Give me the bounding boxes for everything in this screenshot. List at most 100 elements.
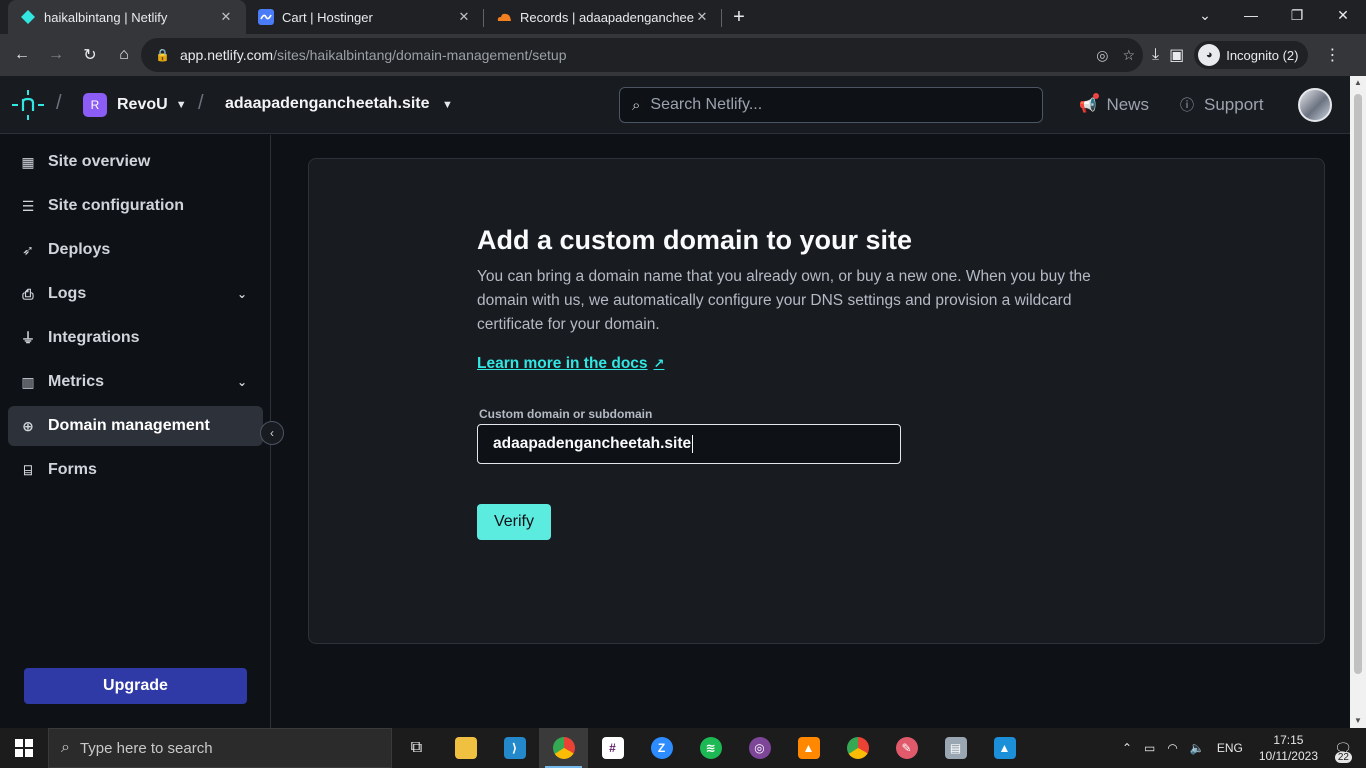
sidebar-item-metrics[interactable]: ▥ Metrics ⌄ xyxy=(8,362,263,402)
minimize-icon[interactable]: — xyxy=(1228,0,1274,30)
incognito-badge[interactable]: ◕ Incognito (2) xyxy=(1194,41,1309,69)
vscode-icon[interactable]: ⟩ xyxy=(490,728,539,768)
team-switcher[interactable]: R RevoU ▼ xyxy=(83,93,187,117)
user-avatar[interactable] xyxy=(1298,88,1332,122)
browser-tab-cloudflare[interactable]: Records | adaapadengancheetah.site ✕ xyxy=(484,0,722,34)
bookmark-star-icon[interactable]: ☆ xyxy=(1122,47,1135,64)
taskbar-clock[interactable]: 17:15 10/11/2023 xyxy=(1259,732,1318,764)
sidebar-item-label: Logs xyxy=(48,285,87,302)
sidebar-item-label: Site overview xyxy=(48,153,151,170)
chrome-alt-icon[interactable] xyxy=(833,728,882,768)
battery-icon[interactable]: ▭ xyxy=(1144,741,1155,755)
windows-taskbar: ⌕ Type here to search ⧉ ⟩ # Z ≋ ◎ ▲ ✎ ▤ … xyxy=(0,728,1366,768)
lock-icon[interactable]: 🔒 xyxy=(155,48,170,62)
taskbar-apps: ⧉ ⟩ # Z ≋ ◎ ▲ ✎ ▤ ▲ xyxy=(392,728,1029,768)
news-link[interactable]: 📢 News xyxy=(1079,92,1149,115)
scroll-up-arrow-icon[interactable]: ▲ xyxy=(1350,76,1366,90)
collapse-sidebar-chevron-left-icon[interactable]: ‹ xyxy=(260,421,284,445)
custom-domain-label: Custom domain or subdomain xyxy=(479,407,653,421)
bar-chart-icon: ▥ xyxy=(21,373,35,390)
new-tab-button[interactable]: + xyxy=(722,0,756,34)
browser-tab-hostinger[interactable]: Cart | Hostinger ✕ xyxy=(246,0,484,34)
menu-dots-icon[interactable]: ⋮ xyxy=(1324,45,1340,65)
form-icon: ⌸ xyxy=(23,461,33,478)
megaphone-icon: 📢 xyxy=(1079,92,1100,114)
verify-button[interactable]: Verify xyxy=(477,504,551,540)
notification-center-icon[interactable]: 🗨 22 xyxy=(1328,737,1358,763)
close-tab-icon[interactable]: ✕ xyxy=(694,9,710,25)
page-description: You can bring a domain name that you alr… xyxy=(477,268,1091,333)
learn-more-label: Learn more in the docs xyxy=(477,355,648,372)
tab-search-chevron-icon[interactable]: ⌄ xyxy=(1182,0,1228,30)
close-tab-icon[interactable]: ✕ xyxy=(456,9,472,25)
tray-chevron-up-icon[interactable]: ⌃ xyxy=(1122,741,1132,755)
wifi-icon[interactable]: ◠ xyxy=(1167,741,1177,755)
cloudflare-icon xyxy=(496,9,512,25)
site-switcher[interactable]: adaapadengancheetah.site ▼ xyxy=(225,95,453,113)
sidebar-item-forms[interactable]: ⌸ Forms xyxy=(8,450,263,490)
sidepanel-icon[interactable]: ▣ xyxy=(1169,45,1184,65)
news-label: News xyxy=(1106,95,1149,114)
back-arrow-icon[interactable]: ← xyxy=(6,39,38,71)
browser-tab-netlify[interactable]: haikalbintang | Netlify ✕ xyxy=(8,0,246,34)
netlify-logo-icon[interactable] xyxy=(12,90,44,120)
photos-icon[interactable]: ▲ xyxy=(980,728,1029,768)
custom-domain-card: Add a custom domain to your site You can… xyxy=(308,158,1325,644)
sidebar-item-integrations[interactable]: ⏚ Integrations xyxy=(8,318,263,358)
incognito-icon: ◕ xyxy=(1198,44,1221,66)
sidebar-item-site-overview[interactable]: ▦ Site overview xyxy=(8,142,263,182)
page-scrollbar[interactable]: ▲ ▼ xyxy=(1350,76,1366,728)
sidebar-item-deploys[interactable]: ➶ Deploys xyxy=(8,230,263,270)
sidebar-item-label: Metrics xyxy=(48,373,105,390)
close-window-icon[interactable]: ✕ xyxy=(1320,0,1366,30)
site-sidebar: ▦ Site overview ☰ Site configuration ➶ D… xyxy=(0,135,284,728)
search-input[interactable]: ⌕ Search Netlify... xyxy=(619,87,1043,123)
taskbar-search-input[interactable]: ⌕ Type here to search xyxy=(48,728,392,768)
page-title: Add a custom domain to your site xyxy=(477,225,913,255)
windows-start-icon[interactable] xyxy=(0,728,48,768)
netlify-diamond-icon xyxy=(20,9,36,25)
breadcrumb-separator: / xyxy=(198,92,204,114)
sidebar-item-site-configuration[interactable]: ☰ Site configuration xyxy=(8,186,263,226)
incognito-label: Incognito (2) xyxy=(1226,47,1299,63)
sidebar-item-label: Forms xyxy=(48,461,97,478)
restore-icon[interactable]: ❐ xyxy=(1274,0,1320,30)
close-tab-icon[interactable]: ✕ xyxy=(218,9,234,25)
support-link[interactable]: ⓘ Support xyxy=(1180,95,1264,115)
netlify-header: / R RevoU ▼ / adaapadengancheetah.site ▼… xyxy=(0,76,1350,134)
forward-arrow-icon[interactable]: → xyxy=(40,39,72,71)
chevron-down-icon: ▼ xyxy=(441,99,453,111)
breadcrumb-separator: / xyxy=(56,92,62,114)
address-bar[interactable]: 🔒 app.netlify.com/sites/haikalbintang/do… xyxy=(141,38,1143,72)
volume-icon[interactable]: 🔈 xyxy=(1190,741,1205,755)
grid-icon: ▦ xyxy=(21,153,35,170)
browser-toolbar: ← → ↻ ⌂ 🔒 app.netlify.com/sites/haikalbi… xyxy=(0,34,1366,76)
file-explorer-icon[interactable] xyxy=(441,728,490,768)
browser-tab-strip: haikalbintang | Netlify ✕ Cart | Hosting… xyxy=(0,0,1366,34)
search-icon: ⌕ xyxy=(632,96,641,114)
tor-browser-icon[interactable]: ◎ xyxy=(735,728,784,768)
slack-icon[interactable]: # xyxy=(588,728,637,768)
sidebar-item-domain-management[interactable]: ⊕ Domain management xyxy=(8,406,263,446)
vlc-icon[interactable]: ▲ xyxy=(784,728,833,768)
task-view-icon[interactable]: ⧉ xyxy=(392,728,441,768)
sidebar-item-label: Domain management xyxy=(48,417,210,434)
reload-icon[interactable]: ↻ xyxy=(74,39,106,71)
log-icon: ⎙ xyxy=(22,285,34,302)
sidebar-item-logs[interactable]: ⎙ Logs ⌄ xyxy=(8,274,263,314)
scrollbar-thumb[interactable] xyxy=(1354,94,1362,674)
scroll-down-arrow-icon[interactable]: ▼ xyxy=(1350,714,1366,728)
language-indicator[interactable]: ENG xyxy=(1217,741,1243,755)
paint-icon[interactable]: ✎ xyxy=(882,728,931,768)
custom-domain-input[interactable]: adaapadengancheetah.site xyxy=(477,424,901,464)
zoom-icon[interactable]: Z xyxy=(637,728,686,768)
home-icon[interactable]: ⌂ xyxy=(108,39,140,71)
learn-more-docs-link[interactable]: Learn more in the docs ↗ xyxy=(477,355,664,373)
eye-off-icon[interactable]: ◎ xyxy=(1096,47,1108,64)
custom-domain-value: adaapadengancheetah.site xyxy=(493,435,692,452)
upgrade-button[interactable]: Upgrade xyxy=(24,668,247,704)
chrome-icon[interactable] xyxy=(539,728,588,768)
download-icon[interactable]: ⤓ xyxy=(1152,46,1159,64)
monitor-app-icon[interactable]: ▤ xyxy=(931,728,980,768)
spotify-icon[interactable]: ≋ xyxy=(686,728,735,768)
